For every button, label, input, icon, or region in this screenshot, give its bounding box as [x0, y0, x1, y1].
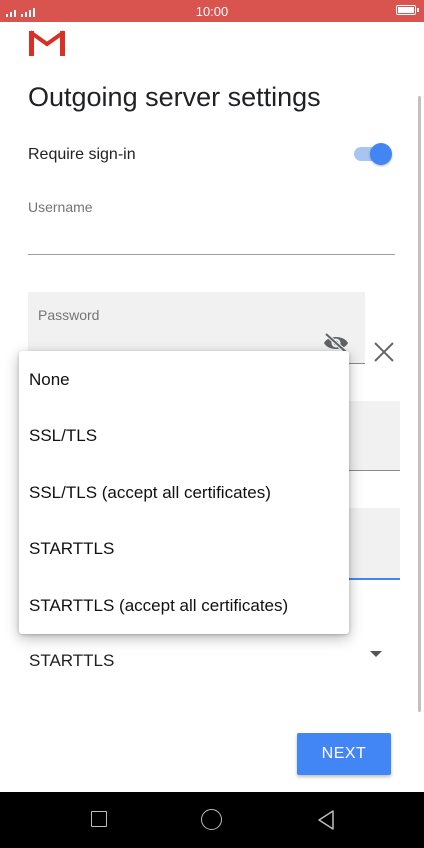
port-field[interactable]	[348, 508, 400, 580]
dropdown-option-ssl-tls[interactable]: SSL/TLS	[19, 408, 349, 464]
security-type-select[interactable]: STARTTLS	[29, 651, 114, 671]
status-bar: 10:00	[0, 0, 424, 22]
username-label: Username	[28, 199, 93, 215]
security-dropdown-menu: None SSL/TLS SSL/TLS (accept all certifi…	[19, 351, 349, 634]
server-field[interactable]	[348, 401, 400, 471]
dropdown-arrow-icon[interactable]	[370, 651, 382, 657]
gmail-logo-icon	[28, 30, 66, 56]
battery-icon	[396, 5, 419, 15]
nav-recents-icon[interactable]	[91, 811, 107, 827]
nav-back-icon[interactable]	[316, 809, 336, 831]
nav-home-icon[interactable]	[201, 809, 222, 830]
require-signin-label: Require sign-in	[28, 146, 136, 163]
require-signin-toggle[interactable]	[352, 142, 392, 166]
status-time: 10:00	[195, 4, 229, 19]
navigation-bar	[0, 792, 424, 848]
page-title: Outgoing server settings	[28, 82, 321, 112]
toggle-thumb	[370, 143, 392, 165]
username-field[interactable]	[28, 254, 395, 255]
next-button[interactable]: NEXT	[297, 733, 391, 775]
dropdown-option-none[interactable]: None	[19, 352, 349, 408]
dropdown-option-ssl-tls-accept-all[interactable]: SSL/TLS (accept all certificates)	[19, 465, 349, 521]
dropdown-option-starttls[interactable]: STARTTLS	[19, 521, 349, 577]
dropdown-option-starttls-accept-all[interactable]: STARTTLS (accept all certificates)	[19, 578, 349, 634]
scrollbar[interactable]	[418, 96, 421, 712]
password-label: Password	[38, 307, 100, 323]
close-icon[interactable]	[373, 341, 395, 363]
